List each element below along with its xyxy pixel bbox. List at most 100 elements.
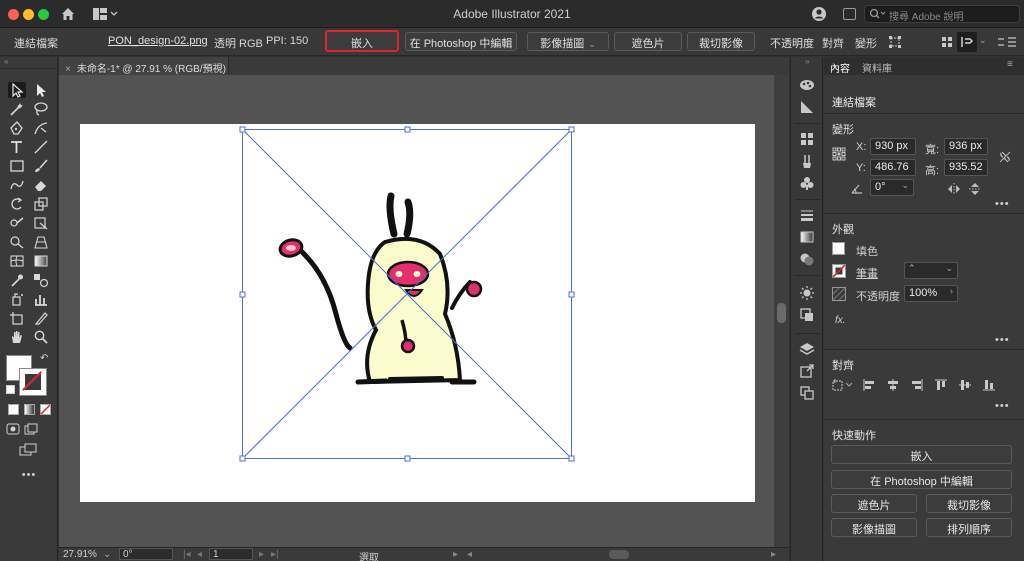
close-tab-icon[interactable]: × [65, 64, 71, 75]
gradient-panel-icon[interactable] [799, 99, 815, 115]
screen-mode-button[interactable] [18, 443, 38, 457]
quick-crop-image-button[interactable]: 裁切影像 [926, 494, 1012, 513]
none-mode-icon[interactable] [40, 404, 51, 415]
rotation-angle-field[interactable]: 0° ⌄ [870, 179, 914, 196]
linked-file-label[interactable]: 連結檔案 [14, 35, 58, 51]
blend-tool-icon[interactable] [32, 272, 50, 288]
stroke-panel-icon[interactable] [799, 207, 815, 223]
panel-toggle-icon[interactable] [843, 8, 856, 20]
selection-bounding-box[interactable] [242, 129, 572, 459]
arrange-docs-icon[interactable] [940, 35, 954, 49]
transform-bounds-icon[interactable] [888, 35, 902, 49]
stroke-label[interactable]: 筆畫 [856, 265, 878, 281]
embed-button[interactable]: 嵌入 [325, 30, 399, 52]
shape-builder-tool-icon[interactable] [8, 234, 26, 250]
gradient-swatch-icon[interactable] [799, 229, 815, 245]
flip-vertical-icon[interactable] [968, 182, 982, 196]
swap-colors-icon[interactable]: ↶ [40, 353, 48, 364]
rotate-tool-icon[interactable] [8, 196, 26, 212]
edit-toolbar-button[interactable]: ••• [0, 469, 58, 481]
panel-menu-icon[interactable]: ≡ [1007, 59, 1013, 70]
flip-horizontal-icon[interactable] [947, 182, 961, 196]
constrain-proportions-icon[interactable] [998, 150, 1012, 164]
color-mode-icon[interactable] [8, 404, 19, 415]
appearance-panel-icon[interactable] [799, 285, 815, 301]
last-artboard-icon[interactable]: ▸| [271, 549, 279, 560]
pen-tool-icon[interactable] [8, 120, 26, 136]
placed-image[interactable] [278, 192, 483, 385]
selection-tool-icon[interactable] [8, 82, 26, 98]
artboard-number-field[interactable]: 1 [209, 548, 253, 560]
status-menu-icon[interactable]: ▸ [453, 549, 458, 560]
slice-tool-icon[interactable] [32, 310, 50, 326]
column-graph-tool-icon[interactable] [32, 291, 50, 307]
gradient-tool-icon[interactable] [32, 253, 50, 269]
zoom-tool-icon[interactable] [32, 329, 50, 345]
properties-toggle-button[interactable] [957, 32, 977, 52]
first-artboard-icon[interactable]: |◂ [183, 549, 191, 560]
screen-mode-icon[interactable] [24, 423, 38, 435]
eyedropper-tool-icon[interactable] [8, 272, 26, 288]
more-appearance-options[interactable]: ••• [995, 334, 1010, 346]
tab-libraries[interactable]: 資料庫 [862, 60, 892, 75]
curvature-tool-icon[interactable] [32, 120, 50, 136]
height-field[interactable]: 935.52 [944, 159, 988, 176]
symbol-sprayer-tool-icon[interactable] [8, 291, 26, 307]
quick-embed-button[interactable]: 嵌入 [831, 445, 1012, 464]
opacity-link[interactable]: 不透明度 [770, 35, 814, 51]
scroll-left-icon[interactable]: ◂ [467, 549, 472, 560]
align-vertical-center-icon[interactable] [958, 378, 972, 392]
stroke-swatch[interactable] [832, 264, 846, 278]
home-icon[interactable] [60, 6, 76, 22]
next-artboard-icon[interactable]: ▸ [259, 549, 264, 560]
quick-edit-in-photoshop-button[interactable]: 在 Photoshop 中編輯 [831, 470, 1012, 489]
image-trace-button[interactable]: 影像描圖 ⌄ [527, 32, 609, 51]
draw-mode-icon[interactable] [6, 423, 20, 435]
type-tool-icon[interactable] [8, 139, 26, 155]
reference-point-icon[interactable] [832, 147, 846, 161]
edit-in-photoshop-button[interactable]: 在 Photoshop 中編輯 [405, 32, 517, 51]
warp-tool-icon[interactable] [8, 215, 26, 231]
rotation-field[interactable]: 0° [119, 548, 173, 560]
align-left-icon[interactable] [862, 378, 876, 392]
brushes-icon[interactable] [799, 153, 815, 169]
close-window-button[interactable] [8, 9, 19, 20]
help-search-input[interactable]: 搜尋 Adobe 說明 [864, 5, 1020, 23]
export-assets-icon[interactable] [799, 363, 815, 379]
rectangle-tool-icon[interactable] [8, 158, 26, 174]
width-field[interactable]: 936 px [944, 138, 988, 155]
linked-filename-link[interactable]: PON_design-02.png [108, 35, 208, 47]
chevron-down-icon[interactable]: ⌄ [979, 35, 987, 46]
align-to-icon[interactable] [832, 378, 854, 392]
line-segment-tool-icon[interactable] [32, 139, 50, 155]
tab-document[interactable]: × 未命名-1* @ 27.91 % (RGB/預視) [59, 57, 229, 75]
align-link[interactable]: 對齊 [822, 35, 844, 51]
tab-properties[interactable]: 內容 [827, 56, 853, 75]
crop-image-button[interactable]: 裁切影像 [687, 32, 755, 51]
user-account-icon[interactable] [811, 6, 827, 22]
quick-mask-button[interactable]: 遮色片 [831, 494, 917, 513]
workspace-switcher-icon[interactable] [92, 7, 118, 21]
more-align-options[interactable]: ••• [995, 400, 1010, 412]
mask-button[interactable]: 遮色片 [614, 32, 682, 51]
stroke-color-swatch[interactable] [19, 368, 47, 396]
direct-selection-tool-icon[interactable] [32, 82, 50, 98]
gradient-mode-icon[interactable] [24, 404, 35, 415]
y-position-field[interactable]: 486.76 [870, 159, 916, 176]
hand-tool-icon[interactable] [8, 329, 26, 345]
eraser-tool-icon[interactable] [32, 177, 50, 193]
stroke-weight-field[interactable]: ⌃ ⌄ [904, 262, 958, 279]
color-guide-icon[interactable] [799, 77, 815, 93]
artboards-panel-icon[interactable] [799, 385, 815, 401]
minimize-window-button[interactable] [23, 9, 34, 20]
artboard-tool-icon[interactable] [8, 310, 26, 326]
opacity-field[interactable]: 100% › [904, 285, 958, 302]
shaper-tool-icon[interactable] [8, 177, 26, 193]
scrollbar-thumb[interactable] [777, 303, 786, 323]
maximize-window-button[interactable] [38, 9, 49, 20]
align-horizontal-center-icon[interactable] [886, 378, 900, 392]
collapse-panels-icon[interactable]: » [791, 57, 824, 67]
transform-link[interactable]: 變形 [855, 35, 877, 51]
quick-arrange-button[interactable]: 排列順序 [926, 518, 1012, 537]
more-transform-options[interactable]: ••• [995, 198, 1010, 210]
